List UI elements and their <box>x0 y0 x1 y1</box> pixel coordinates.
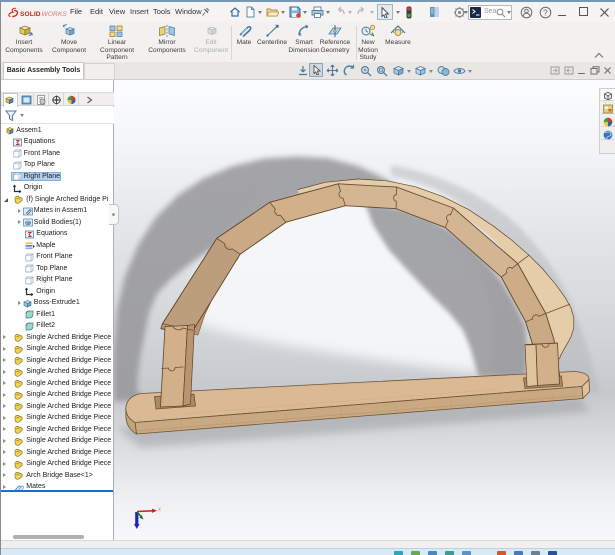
svg-text:x: x <box>158 507 161 513</box>
svg-text:WORKS: WORKS <box>42 11 68 18</box>
svg-text:?: ? <box>543 8 548 18</box>
svg-text:SOLID: SOLID <box>20 11 41 18</box>
